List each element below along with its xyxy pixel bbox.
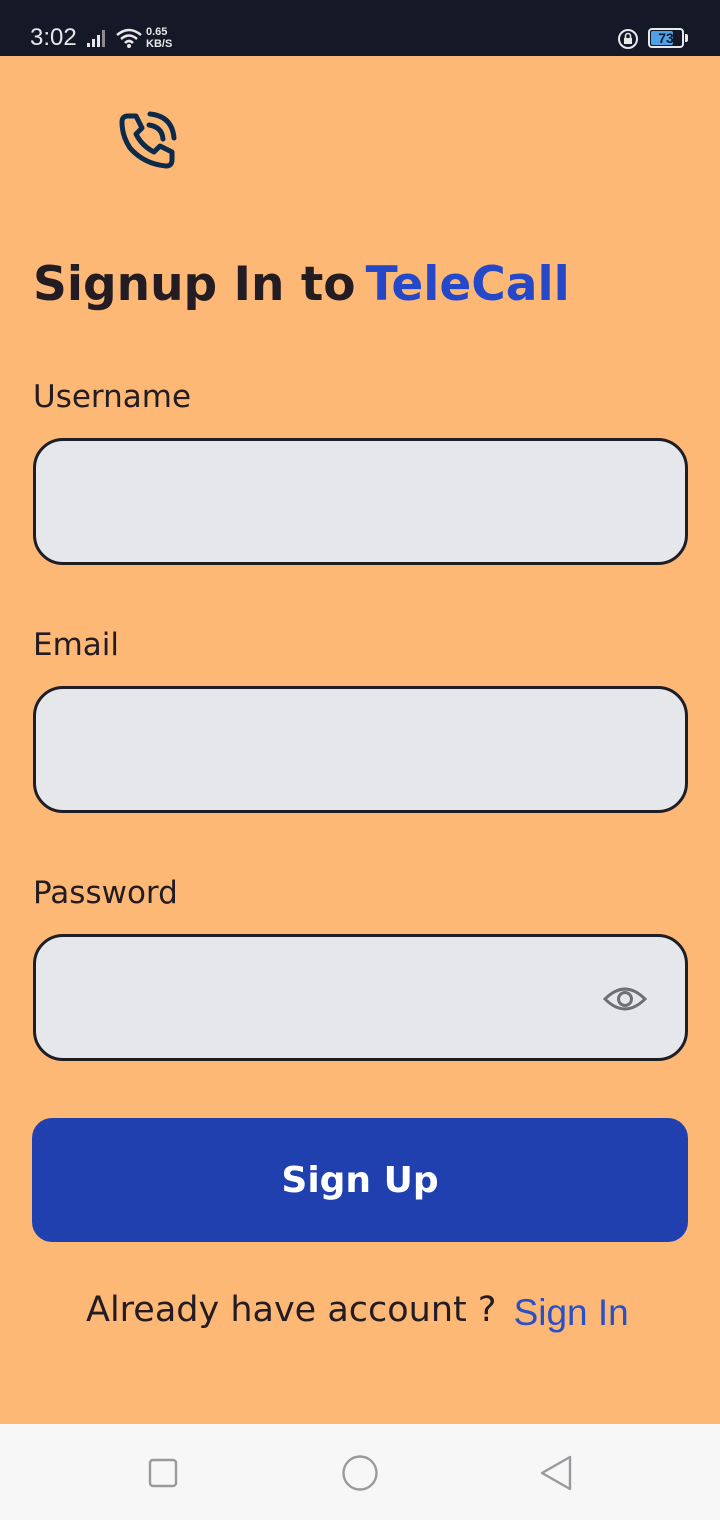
- title-prefix: Signup In to: [33, 257, 356, 312]
- username-label: Username: [33, 379, 192, 415]
- phone-call-icon: [119, 111, 177, 169]
- password-label: Password: [33, 875, 178, 911]
- eye-icon[interactable]: [603, 985, 647, 1013]
- status-time: 3:02: [30, 24, 77, 51]
- page-title: Signup In to TeleCall: [33, 255, 570, 315]
- email-input[interactable]: [60, 689, 604, 812]
- username-input[interactable]: [60, 441, 604, 564]
- email-field[interactable]: [33, 686, 688, 813]
- recent-apps-icon[interactable]: [148, 1458, 178, 1488]
- password-input[interactable]: [60, 937, 604, 1060]
- home-icon[interactable]: [341, 1454, 379, 1492]
- username-field[interactable]: [33, 438, 688, 565]
- battery-level: 73: [658, 30, 674, 46]
- navigation-bar: [0, 1424, 720, 1520]
- rotation-lock-icon: [618, 29, 638, 49]
- network-speed: 0.65 KB/S: [146, 26, 186, 50]
- already-have-account-text: Already have account ?: [86, 1290, 497, 1330]
- status-bar: 3:02 0.65 KB/S 73: [0, 0, 720, 56]
- email-label: Email: [33, 627, 120, 663]
- signal-icon: [87, 30, 105, 47]
- back-icon[interactable]: [538, 1454, 574, 1492]
- sign-up-button[interactable]: Sign Up: [32, 1118, 688, 1242]
- battery-icon: 73: [648, 28, 684, 48]
- network-speed-unit: KB/S: [146, 38, 173, 50]
- battery-tip: [685, 34, 688, 42]
- signin-prompt-row: Already have account ? Sign In: [86, 1284, 629, 1335]
- wifi-icon: [116, 28, 142, 48]
- brand-name: TeleCall: [365, 257, 570, 312]
- sign-in-link[interactable]: Sign In: [514, 1292, 629, 1333]
- password-field[interactable]: [33, 934, 688, 1061]
- network-speed-value: 0.65: [146, 26, 168, 38]
